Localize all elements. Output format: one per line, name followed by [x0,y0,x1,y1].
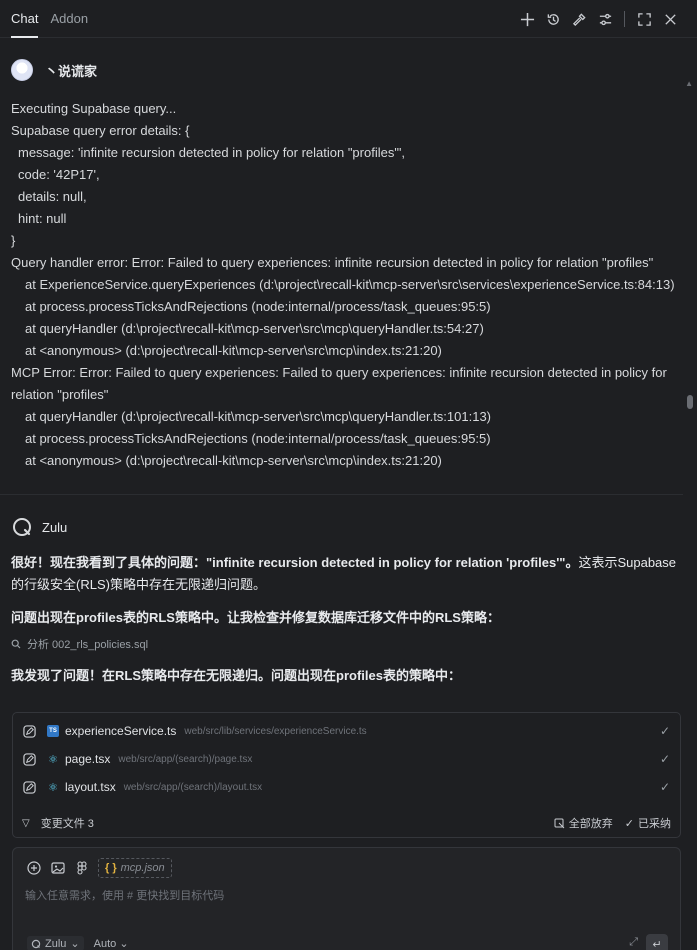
toolbar-divider [624,11,625,27]
log-line: at <anonymous> (d:\project\recall-kit\mc… [25,453,442,468]
edit-pencil-icon [21,751,37,767]
log-line: Executing Supabase query... [11,101,177,116]
log-line: MCP Error: Error: Failed to query experi… [11,365,671,402]
accepted-check-icon: ✓ [624,817,634,830]
reply-highlight-text: 很好！现在我看到了具体的问题："infinite recursion detec… [11,555,579,570]
accepted-button[interactable]: ✓ 已采纳 [625,815,671,831]
mode-label: Auto [93,938,117,950]
plus-icon[interactable] [514,6,540,32]
assistant-reply-paragraph-3: 我发现了问题！在RLS策略中存在无限递归。问题出现在profiles表的策略中： [11,668,461,683]
top-bar: Chat Addon [0,0,697,38]
assistant-name: Zulu [42,519,68,535]
log-line: at process.processTicksAndRejections (no… [25,299,491,314]
checkmark-icon: ✓ [659,724,670,738]
add-context-icon[interactable] [26,860,42,876]
zulu-logo-icon [13,518,31,536]
settings-sliders-icon[interactable] [592,6,618,32]
log-line: at queryHandler (d:\project\recall-kit\m… [25,409,492,424]
file-path: web/src/lib/services/experienceService.t… [184,725,367,737]
tool-action-label: 分析 002_rls_policies.sql [27,639,149,651]
changed-files-panel: TS experienceService.ts web/src/lib/serv… [12,712,681,838]
scroll-up-arrow-icon[interactable]: ▲ [685,79,693,88]
model-name: Zulu [45,937,67,950]
tool-icon[interactable] [566,6,592,32]
log-line: at queryHandler (d:\project\recall-kit\m… [25,321,484,336]
conversation-scroll-area[interactable]: 丶说谎家 Executing Supabase query... Supabase… [0,39,697,704]
input-bottom-bar: Zulu ⌄ Auto ⌄ [27,936,129,950]
tab-chat[interactable]: Chat [0,0,39,38]
log-line: at process.processTicksAndRejections (no… [25,431,491,446]
discard-all-label: 全部放弃 [568,818,613,830]
file-row[interactable]: TS experienceService.ts web/src/lib/serv… [13,717,680,745]
chevron-down-icon: ⌄ [70,938,80,950]
file-row[interactable]: ⚛ page.tsx web/src/app/(search)/page.tsx… [13,745,680,773]
discard-all-button[interactable]: 全部放弃 [554,815,613,831]
figma-icon[interactable] [74,860,90,876]
react-file-icon: ⚛ [48,753,58,766]
react-file-icon: ⚛ [48,781,58,794]
edit-pencil-icon [21,779,37,795]
zulu-small-icon [31,939,41,948]
close-icon[interactable] [657,6,683,32]
log-line: at <anonymous> (d:\project\recall-kit\mc… [25,343,442,358]
user-message-log: Executing Supabase query... Supabase quer… [11,98,681,472]
chevron-down-icon: ⌄ [119,938,129,950]
log-line: details: null, [18,189,87,204]
mode-selector[interactable]: Auto ⌄ [94,937,129,950]
search-icon [11,639,21,649]
context-file-label: mcp.json [120,862,165,874]
chat-input-placeholder[interactable]: 输入任意需求，使用 # 更快找到目标代码 [25,887,224,903]
image-icon[interactable] [50,860,66,876]
log-line: Supabase query error details: { [11,123,190,138]
file-path: web/src/app/(search)/layout.tsx [123,781,263,793]
expand-input-icon[interactable]: ⤢ [629,936,638,949]
file-actions: 全部放弃 ✓ 已采纳 [554,815,671,831]
changed-files-count[interactable]: 变更文件 3 [41,815,94,831]
chat-input-box[interactable]: { } mcp.json 输入任意需求，使用 # 更快找到目标代码 Zulu ⌄… [12,847,681,950]
assistant-reply-paragraph-2: 问题出现在profiles表的RLS策略中。让我检查并修复数据库迁移文件中的RL… [11,610,500,625]
scrollbar-thumb[interactable] [687,395,693,409]
top-actions [514,0,683,38]
assistant-reply-paragraph-1: 很好！现在我看到了具体的问题："infinite recursion detec… [11,552,683,596]
log-line: Query handler error: Error: Failed to qu… [11,255,654,270]
file-name: experienceService.ts [65,724,177,738]
checkmark-icon: ✓ [659,752,670,766]
file-path: web/src/app/(search)/page.tsx [118,753,253,765]
tab-addon[interactable]: Addon [38,0,88,38]
user-message-header: 丶说谎家 [11,59,97,81]
user-avatar [11,59,33,81]
edit-pencil-icon [21,723,37,739]
log-line: at ExperienceService.queryExperiences (d… [25,277,675,292]
message-divider [0,494,683,495]
input-toolbar: { } mcp.json [26,858,172,878]
file-row[interactable]: ⚛ layout.tsx web/src/app/(search)/layout… [13,773,680,801]
context-file-chip[interactable]: { } mcp.json [98,858,172,878]
log-line: } [11,233,16,248]
tool-action-line[interactable]: 分析 002_rls_policies.sql [11,636,148,652]
changed-files-footer: ▽ 变更文件 3 全部放弃 ✓ 已采纳 [13,809,680,837]
checkmark-icon: ✓ [659,780,670,794]
file-name: page.tsx [65,752,111,766]
log-line: hint: null [18,211,67,226]
json-brace-icon: { } [105,862,117,874]
chevron-down-icon[interactable]: ▽ [22,818,30,829]
log-line: code: '42P17', [18,167,100,182]
model-selector[interactable]: Zulu ⌄ [27,936,84,950]
accepted-label: 已采纳 [638,818,671,830]
log-line: message: 'infinite recursion detected in… [18,145,406,160]
assistant-message-header: Zulu [11,516,67,538]
user-name: 丶说谎家 [45,63,98,79]
send-button[interactable]: ↵ [646,934,668,950]
discard-icon [554,818,565,828]
history-icon[interactable] [540,6,566,32]
file-name: layout.tsx [65,780,116,794]
typescript-file-icon: TS [47,725,59,737]
maximize-icon[interactable] [631,6,657,32]
